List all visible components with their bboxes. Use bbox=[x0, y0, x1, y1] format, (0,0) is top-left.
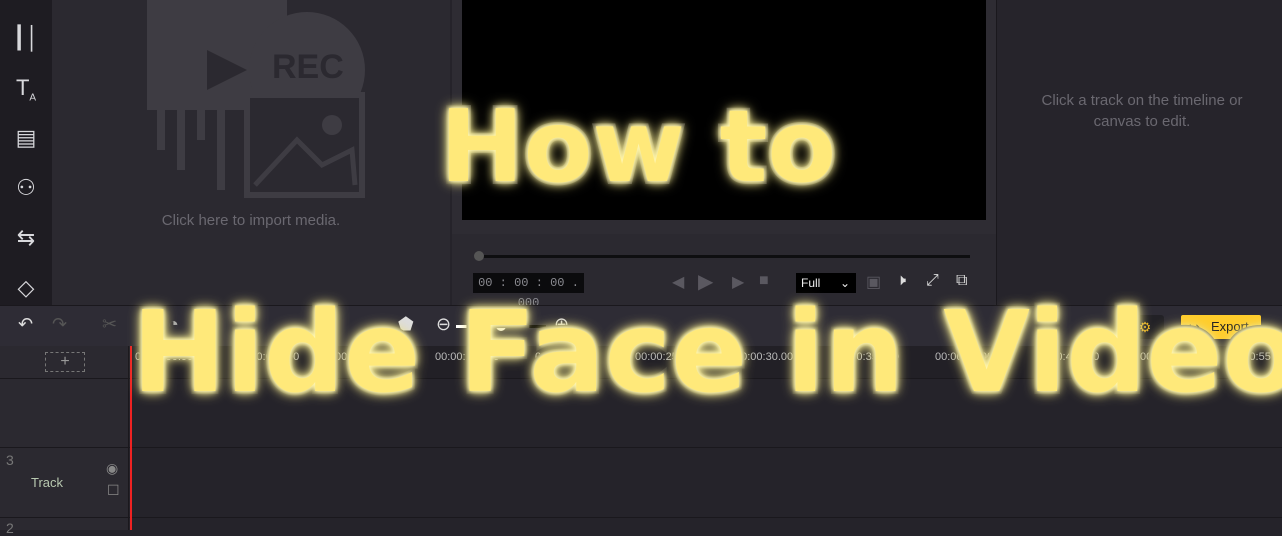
undo-icon[interactable]: ↶ bbox=[18, 314, 33, 335]
audio-wave-icon[interactable]: ┃│ bbox=[10, 22, 42, 54]
side-toolbar: ┃│ TA ▤ ⚇ ⇆ ◇ bbox=[0, 0, 52, 305]
redo-icon[interactable]: ↷ bbox=[52, 314, 67, 335]
overlay-title-line1: How to bbox=[437, 85, 839, 208]
element-icon[interactable]: ◇ bbox=[10, 272, 42, 304]
track-label: Track bbox=[31, 475, 64, 490]
overlay-icon[interactable]: ▤ bbox=[10, 122, 42, 154]
properties-panel: Click a track on the timeline or canvas … bbox=[996, 0, 1282, 305]
properties-hint: Click a track on the timeline or canvas … bbox=[1041, 92, 1243, 130]
track-number: 2 bbox=[6, 520, 14, 536]
text-icon[interactable]: TA bbox=[10, 72, 42, 104]
add-track-button[interactable]: + bbox=[45, 352, 85, 372]
overlay-title-line2: Hide Face in Video bbox=[129, 285, 1282, 421]
import-media-illustration: REC bbox=[147, 0, 365, 198]
track-number: 3 bbox=[6, 452, 14, 468]
rec-label: REC bbox=[272, 48, 344, 86]
progress-handle[interactable] bbox=[474, 251, 484, 261]
track-row[interactable]: 2 bbox=[0, 517, 1282, 536]
transition-icon[interactable]: ⇆ bbox=[10, 222, 42, 254]
progress-bar[interactable] bbox=[476, 255, 970, 258]
unlock-icon[interactable]: ☐ bbox=[107, 482, 120, 499]
filter-icon[interactable]: ⚇ bbox=[10, 172, 42, 204]
delete-icon[interactable]: ✂ bbox=[102, 314, 117, 335]
track-row[interactable]: 3 Track ◉ ☐ bbox=[0, 447, 1282, 517]
eye-icon[interactable]: ◉ bbox=[106, 460, 118, 477]
import-media-text[interactable]: Click here to import media. bbox=[52, 212, 450, 229]
media-panel[interactable]: REC Click here to import media. bbox=[52, 0, 450, 305]
